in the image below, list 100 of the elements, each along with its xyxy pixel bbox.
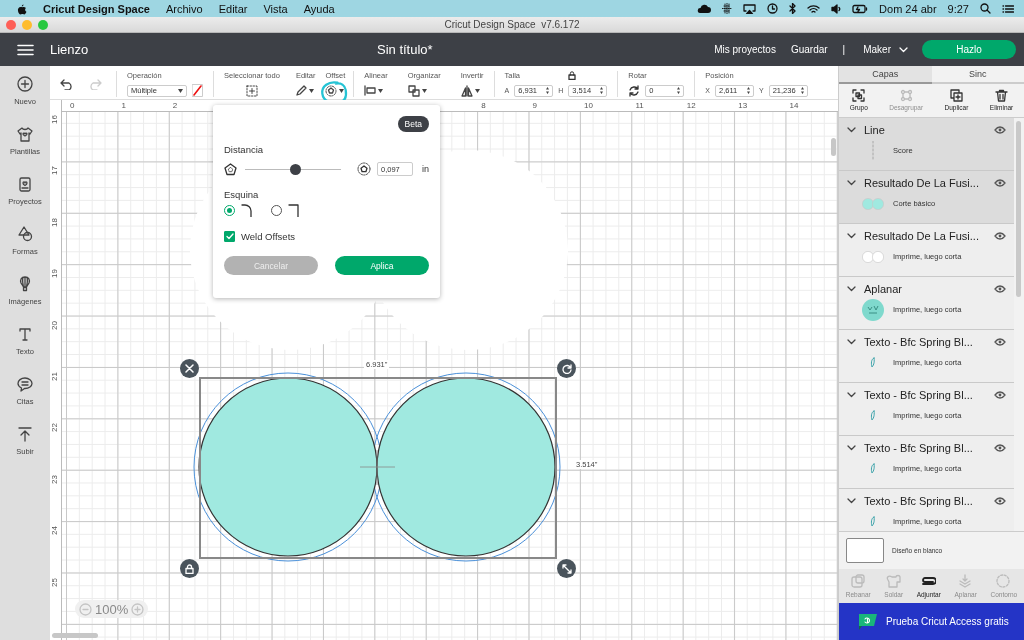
header-link[interactable]: Guardar: [790, 44, 828, 55]
blank-canvas-swatch[interactable]: [846, 538, 884, 564]
eye-icon: [994, 125, 1006, 134]
corner-label: Esquina: [224, 189, 260, 200]
offset-button[interactable]: [325, 84, 345, 97]
eye-icon: [994, 284, 1006, 293]
checkmark-icon: [225, 233, 234, 240]
grid-dots-icon: [722, 3, 733, 14]
stepper-icon: [799, 86, 805, 95]
image-thumbnail: [862, 298, 884, 321]
layer-name: Aplanar: [864, 282, 903, 295]
corner-radio[interactable]: [224, 205, 235, 216]
edit-button[interactable]: [295, 85, 314, 96]
flag-icon: [856, 612, 878, 631]
scrollbar-thumb[interactable]: [831, 138, 836, 156]
distance-label: Distancia: [224, 144, 265, 155]
clock-icon: [767, 3, 779, 14]
promo-text: Prueba Cricut Access gratis: [886, 616, 1009, 628]
sidebar-icon: [17, 76, 33, 92]
ruler-number: 22: [50, 423, 59, 433]
square-corner-icon: [288, 204, 300, 217]
ungroup-icon: [899, 89, 913, 103]
chevron-down-icon: [847, 285, 856, 292]
ruler-number: 23: [50, 474, 59, 484]
layer-name: Line: [864, 123, 886, 136]
ruler-number: 14: [789, 101, 799, 110]
menu-item[interactable]: Archivo: [166, 2, 203, 15]
ruler-number: 9: [532, 101, 538, 110]
eye-icon: [994, 496, 1006, 505]
dashed-circle-icon: [996, 574, 1012, 589]
offset-pentagon-icon: [357, 162, 371, 176]
cloud-icon: [696, 3, 712, 14]
flip-button[interactable]: [460, 84, 480, 97]
ruler-number: 19: [50, 269, 59, 279]
zoom-in-icon: [131, 602, 145, 616]
menu-item[interactable]: Editar: [218, 2, 248, 15]
lock-handle[interactable]: [180, 559, 199, 578]
close-icon: [185, 364, 194, 373]
eye-icon: [994, 443, 1006, 452]
eye-icon: [994, 178, 1006, 187]
chevron-down-icon: [847, 126, 856, 133]
arrange-button[interactable]: [407, 84, 427, 97]
chevron-down-icon: [847, 338, 856, 345]
scrollbar-thumb[interactable]: [1016, 120, 1021, 297]
layer-name: Resultado De La Fusi...: [864, 176, 980, 189]
menu-item[interactable]: Ayuda: [303, 2, 335, 15]
machine-dropdown[interactable]: Maker: [863, 44, 908, 55]
menu-item[interactable]: Vista: [263, 2, 288, 15]
unit-label: in: [422, 164, 429, 174]
corner-radio[interactable]: [271, 205, 282, 216]
delete-handle[interactable]: [180, 359, 199, 378]
sidebar-icon: [17, 326, 33, 342]
layer-name: Texto - Bfc Spring Bl...: [864, 388, 974, 401]
resize-handle[interactable]: [557, 559, 576, 578]
trash-icon: [995, 89, 1009, 103]
apple-logo-icon: [16, 2, 27, 15]
caret-icon: [339, 88, 345, 93]
zoom-out-icon: [79, 602, 92, 616]
rotate-handle[interactable]: [557, 359, 576, 378]
header-link[interactable]: Mis proyectos: [714, 44, 776, 55]
caret-icon: [421, 88, 427, 93]
align-icon: [364, 85, 377, 96]
ruler-number: 21: [50, 372, 59, 381]
sidebar-icon: [17, 276, 33, 292]
ruler-number: 1: [121, 101, 126, 110]
document-title: Sin título*: [377, 42, 433, 57]
weld-checkbox[interactable]: [224, 231, 235, 242]
ruler-number: 18: [50, 217, 59, 227]
flip-icon: [460, 84, 473, 97]
zoom-level: 100%: [95, 601, 129, 617]
layer-name: Texto - Bfc Spring Bl...: [864, 494, 974, 507]
stepper-icon: [599, 86, 605, 95]
menubar-clock: 9:27: [947, 2, 969, 15]
caret-icon: [178, 88, 183, 93]
letter-thumbnail: [870, 357, 876, 369]
pentagon-icon: [224, 162, 237, 176]
align-button[interactable]: [364, 85, 384, 96]
ruler-number: 25: [50, 577, 59, 587]
layer-name: Texto - Bfc Spring Bl...: [864, 441, 974, 454]
slider-thumb[interactable]: [289, 163, 301, 175]
rotate-icon: [561, 363, 572, 374]
rotate-icon: [628, 84, 641, 97]
caret-icon: [378, 88, 384, 93]
slice-icon: [850, 574, 866, 589]
bluetooth-icon: [789, 3, 797, 14]
arrange-icon: [407, 84, 420, 97]
stepper-icon: [745, 86, 751, 95]
stepper-icon: [676, 86, 682, 95]
chevron-down-icon: [847, 179, 856, 186]
offset-icon: [325, 84, 338, 97]
sidebar-icon: [17, 226, 33, 242]
promo-banner[interactable]: Prueba Cricut Access gratis: [839, 603, 1024, 640]
window-title: Cricut Design Space v7.6.172: [443, 19, 581, 30]
scrollbar-thumb[interactable]: [52, 633, 98, 638]
app-menu[interactable]: Cricut Design Space: [43, 2, 150, 15]
stepper-icon: [545, 86, 551, 95]
panel-tab[interactable]: Capas: [839, 66, 932, 84]
ruler-number: 17: [50, 166, 59, 176]
eye-icon: [994, 337, 1006, 346]
menu-icon: [17, 43, 34, 56]
